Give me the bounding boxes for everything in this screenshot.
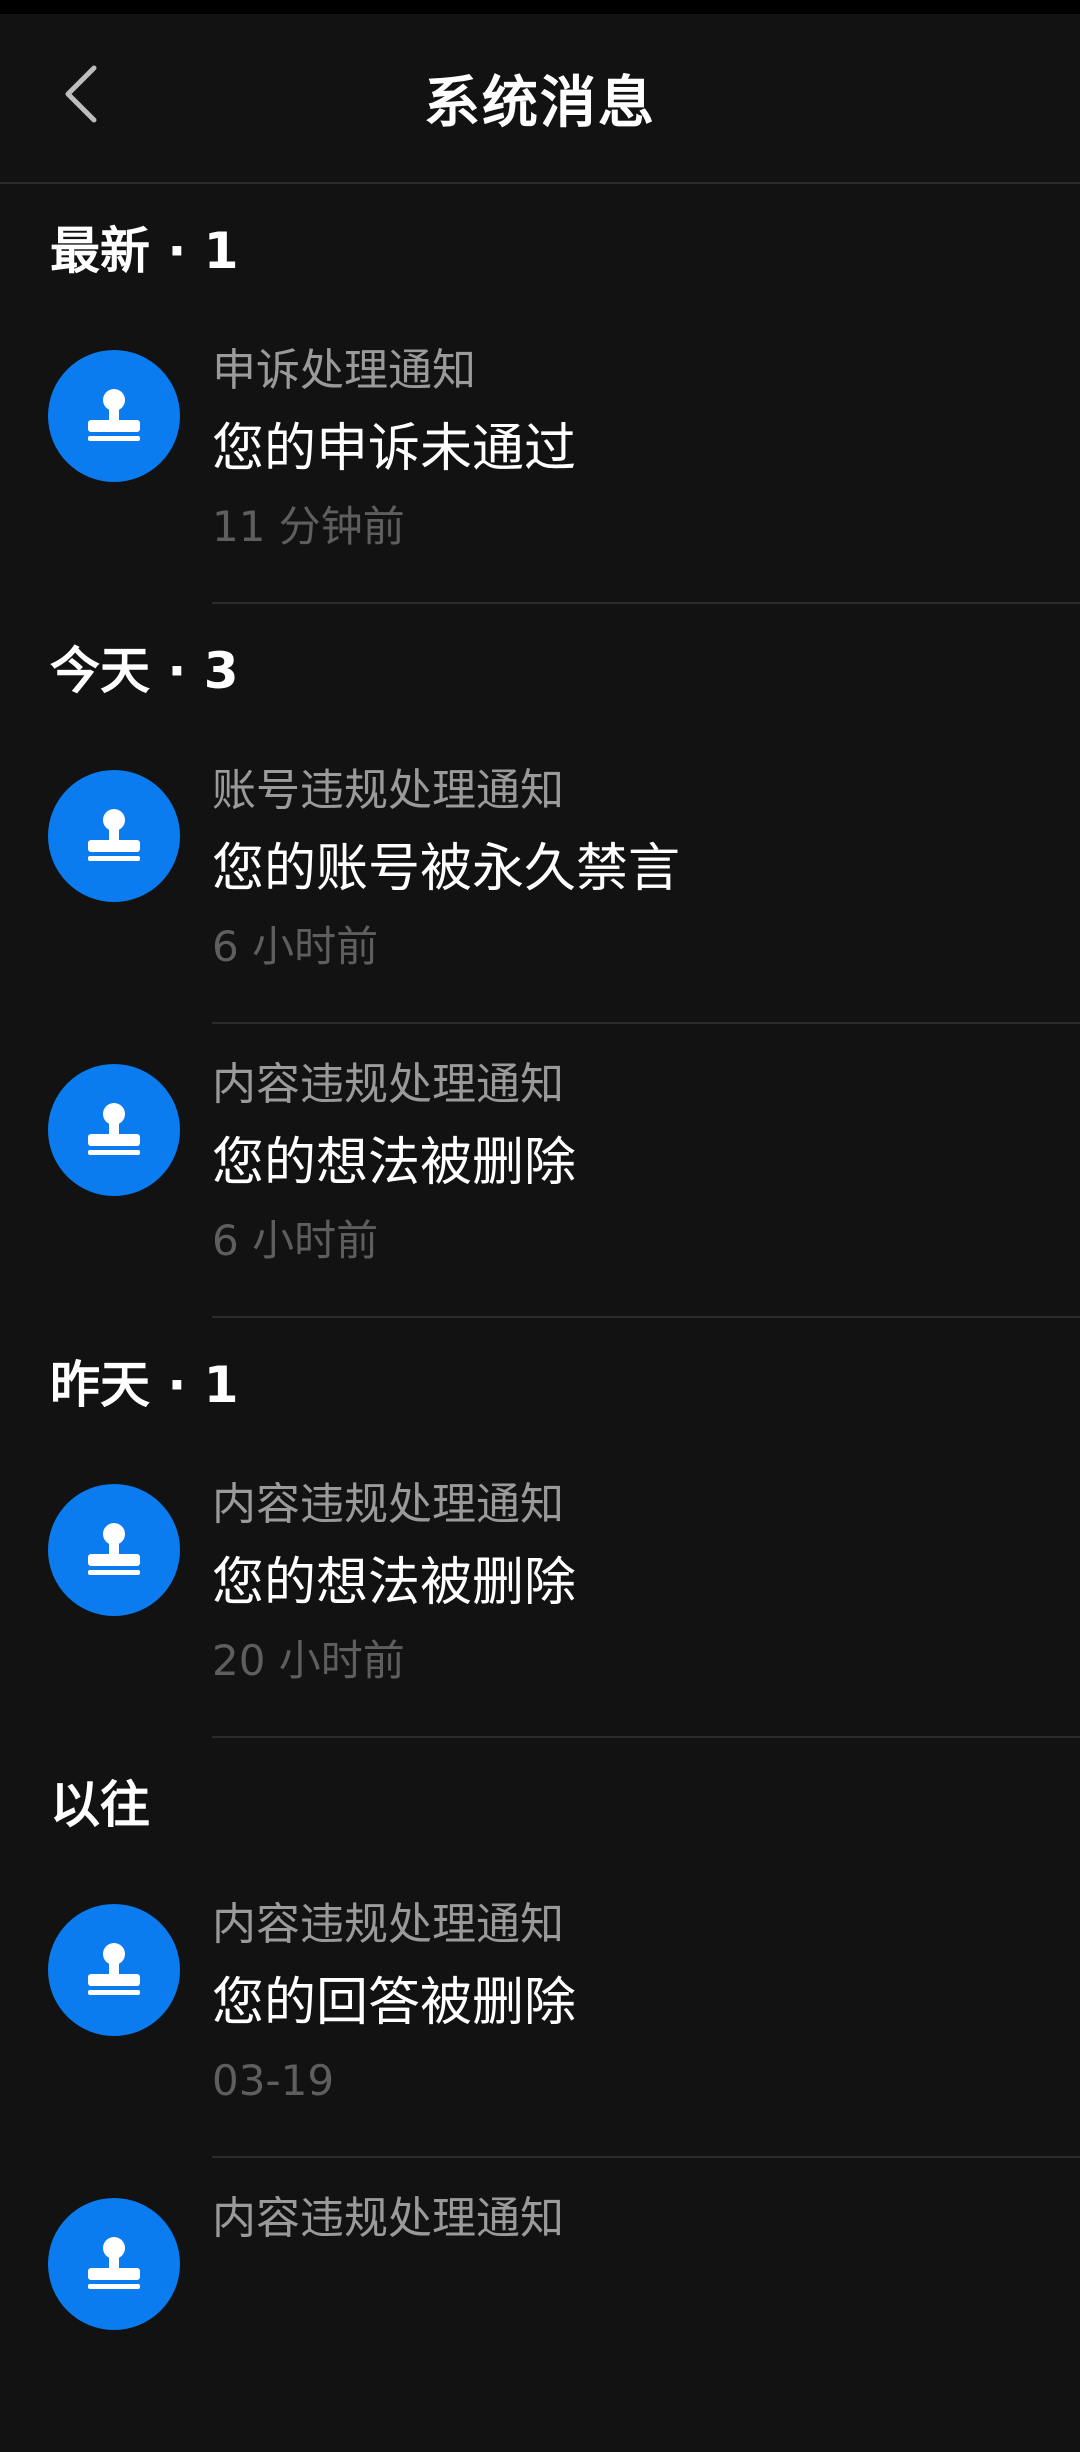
- message-category: 内容违规处理通知: [212, 2193, 564, 2244]
- avatar: [48, 350, 180, 482]
- message-item[interactable]: 账号违规处理通知 您的账号被永久禁言 6 小时前: [0, 730, 1080, 1024]
- message-time: 03-19: [212, 2056, 335, 2105]
- message-category: 账号违规处理通知: [212, 765, 564, 816]
- message-title: 您的想法被删除: [212, 1553, 577, 1613]
- stamp-icon: [88, 2237, 140, 2289]
- message-item[interactable]: 内容违规处理通知 您的想法被删除 20 小时前: [0, 1444, 1080, 1738]
- page-title: 系统消息: [424, 70, 656, 136]
- stamp-icon: [88, 1103, 140, 1155]
- section-header-today: 今天 · 3: [50, 642, 239, 700]
- avatar: [48, 770, 180, 902]
- back-button[interactable]: [40, 54, 120, 134]
- stamp-icon: [88, 809, 140, 861]
- avatar: [48, 1064, 180, 1196]
- chevron-left-icon: [65, 65, 97, 123]
- divider: [212, 602, 1080, 604]
- message-title: 您的申诉未通过: [212, 419, 577, 479]
- message-time: 6 小时前: [212, 1216, 379, 1265]
- message-title: 您的账号被永久禁言: [212, 839, 681, 899]
- stamp-icon: [88, 1523, 140, 1575]
- avatar: [48, 2198, 180, 2330]
- message-time: 6 小时前: [212, 922, 379, 971]
- message-title: 您的回答被删除: [212, 1973, 577, 2033]
- stamp-icon: [88, 1943, 140, 1995]
- message-item[interactable]: 申诉处理通知 您的申诉未通过 11 分钟前: [0, 310, 1080, 604]
- message-item[interactable]: 内容违规处理通知 您的想法被删除 6 小时前: [0, 1024, 1080, 1318]
- message-category: 申诉处理通知: [212, 345, 476, 396]
- message-category: 内容违规处理通知: [212, 1479, 564, 1530]
- message-item[interactable]: 内容违规处理通知: [0, 2158, 1080, 2452]
- avatar: [48, 1484, 180, 1616]
- top-app-bar: 系统消息: [0, 14, 1080, 184]
- avatar: [48, 1904, 180, 2036]
- message-list: 最新 · 1 申诉处理通知 您的申诉未通过 11 分钟前 今天 · 3 账号违规…: [0, 184, 1080, 2452]
- message-time: 11 分钟前: [212, 502, 405, 551]
- status-bar: [0, 0, 1080, 14]
- section-header-yesterday: 昨天 · 1: [50, 1356, 239, 1414]
- message-item[interactable]: 内容违规处理通知 您的回答被删除 03-19: [0, 1864, 1080, 2158]
- message-title: 您的想法被删除: [212, 1133, 577, 1193]
- section-header-latest: 最新 · 1: [50, 222, 239, 280]
- message-category: 内容违规处理通知: [212, 1059, 564, 1110]
- stamp-icon: [88, 389, 140, 441]
- message-category: 内容违规处理通知: [212, 1899, 564, 1950]
- divider: [212, 1316, 1080, 1318]
- message-time: 20 小时前: [212, 1636, 405, 1685]
- section-header-earlier: 以往: [50, 1776, 150, 1834]
- divider: [212, 1736, 1080, 1738]
